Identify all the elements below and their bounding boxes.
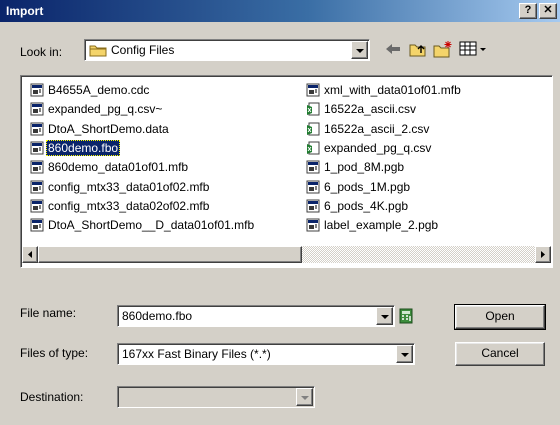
file-name-dropdown-icon[interactable]	[376, 307, 393, 325]
import-dialog: Import ? ✕ Look in: Config Files B4655A_…	[0, 0, 560, 425]
up-folder-icon[interactable]	[408, 40, 428, 58]
data-file-icon	[30, 199, 44, 213]
file-name-value: 860demo.fbo	[122, 309, 193, 323]
file-name-text: 1_pod_8M.pgb	[324, 160, 405, 174]
title-bar[interactable]: Import ? ✕	[0, 0, 560, 22]
look-in-label: Look in:	[20, 45, 63, 59]
scroll-left-button[interactable]	[22, 246, 38, 263]
excel-file-icon	[307, 141, 320, 155]
excel-file-icon	[307, 122, 320, 136]
file-type-label: Files of type:	[20, 346, 89, 360]
file-name-text: config_mtx33_data01of02.mfb	[48, 180, 210, 194]
help-button[interactable]: ?	[519, 3, 537, 19]
data-file-icon	[306, 199, 320, 213]
close-button[interactable]: ✕	[539, 3, 557, 19]
scroll-thumb[interactable]	[38, 246, 302, 263]
data-file-icon	[30, 141, 44, 155]
file-type-dropdown-icon[interactable]	[396, 345, 413, 363]
destination-label: Destination:	[20, 390, 84, 404]
data-file-icon	[30, 218, 44, 232]
data-file-icon	[30, 102, 44, 116]
file-name-text: DtoA_ShortDemo__D_data01of01.mfb	[48, 218, 255, 232]
file-name-text: 860demo.fbo	[46, 140, 121, 156]
new-folder-icon[interactable]	[432, 40, 454, 58]
file-name-text: 16522a_ascii.csv	[324, 102, 417, 116]
scroll-right-button[interactable]	[535, 246, 551, 263]
look-in-combo[interactable]: Config Files	[84, 39, 370, 61]
file-name-label: File name:	[20, 306, 77, 320]
file-name-text: 6_pods_1M.pgb	[324, 180, 411, 194]
destination-select[interactable]	[117, 386, 315, 408]
data-file-icon	[306, 180, 320, 194]
excel-file-icon	[307, 102, 320, 116]
look-in-value: Config Files	[111, 43, 175, 57]
data-file-icon	[306, 160, 320, 174]
look-in-dropdown-icon[interactable]	[351, 41, 368, 59]
file-type-value: 167xx Fast Binary Files (*.*)	[122, 347, 271, 361]
file-name-text: expanded_pg_q.csv~	[48, 102, 163, 116]
data-file-icon	[30, 122, 44, 136]
data-file-icon	[30, 160, 44, 174]
destination-dropdown-icon	[296, 388, 313, 406]
data-file-icon	[30, 180, 44, 194]
calculator-icon[interactable]	[399, 308, 413, 324]
file-name-text: label_example_2.pgb	[324, 218, 439, 232]
back-arrow-icon[interactable]	[383, 40, 403, 58]
horizontal-scrollbar[interactable]	[22, 246, 551, 263]
dialog-title: Import	[6, 4, 44, 18]
file-name-text: config_mtx33_data02of02.mfb	[48, 199, 210, 213]
cancel-button[interactable]: Cancel	[455, 342, 545, 366]
file-name-text: 6_pods_4K.pgb	[324, 199, 409, 213]
file-name-text: B4655A_demo.cdc	[48, 83, 150, 97]
file-name-text: 16522a_ascii_2.csv	[324, 122, 430, 136]
data-file-icon	[30, 83, 44, 97]
file-name-input[interactable]: 860demo.fbo	[117, 305, 395, 327]
data-file-icon	[306, 218, 320, 232]
file-name-text: 860demo_data01of01.mfb	[48, 160, 189, 174]
view-menu-icon[interactable]	[459, 40, 489, 58]
file-type-select[interactable]: 167xx Fast Binary Files (*.*)	[117, 343, 415, 365]
file-name-text: expanded_pg_q.csv	[324, 141, 432, 155]
folder-icon	[89, 45, 107, 57]
open-button[interactable]: Open	[454, 304, 546, 330]
file-name-text: xml_with_data01of01.mfb	[324, 83, 461, 97]
data-file-icon	[306, 83, 320, 97]
file-name-text: DtoA_ShortDemo.data	[48, 122, 169, 136]
